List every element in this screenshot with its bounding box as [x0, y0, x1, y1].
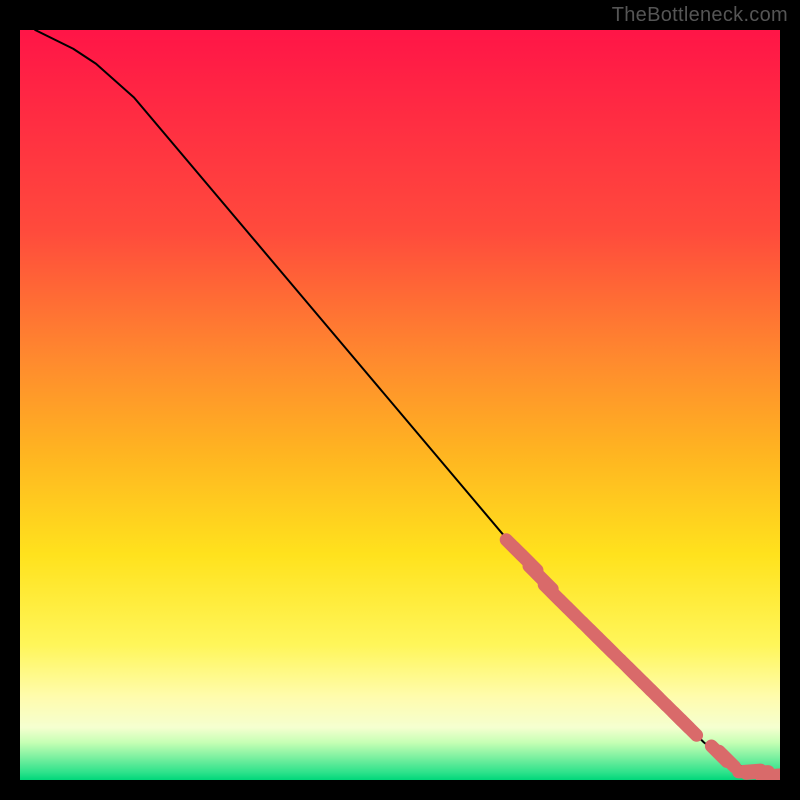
chart-stage: TheBottleneck.com — [0, 0, 800, 800]
chart-svg — [20, 30, 780, 780]
data-marker — [769, 775, 780, 777]
plot-area — [20, 30, 780, 780]
heat-gradient-background — [20, 30, 780, 780]
watermark-label: TheBottleneck.com — [612, 4, 788, 27]
